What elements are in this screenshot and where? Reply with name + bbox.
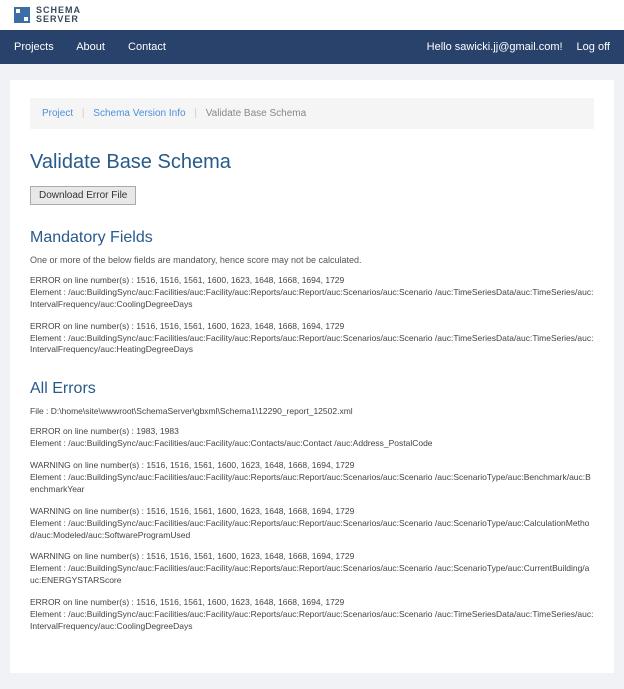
breadcrumb-current: Validate Base Schema xyxy=(206,108,306,119)
all-errors-file: File : D:\home\site\wwwroot\SchemaServer… xyxy=(30,406,594,416)
breadcrumb: Project | Schema Version Info | Validate… xyxy=(30,98,594,129)
download-error-file-button[interactable]: Download Error File xyxy=(30,186,136,205)
mandatory-error: ERROR on line number(s) : 1516, 1516, 15… xyxy=(30,321,594,357)
content-card: Project | Schema Version Info | Validate… xyxy=(10,80,614,673)
nav-left: Projects About Contact xyxy=(14,41,186,53)
nav-contact[interactable]: Contact xyxy=(128,41,166,53)
logo-bar: SCHEMA SERVER xyxy=(0,0,624,30)
error-line: ERROR on line number(s) : 1983, 1983 xyxy=(30,426,594,438)
error-line: WARNING on line number(s) : 1516, 1516, … xyxy=(30,506,594,518)
error-item: WARNING on line number(s) : 1516, 1516, … xyxy=(30,551,594,587)
error-element: Element : /auc:BuildingSync/auc:Faciliti… xyxy=(30,287,594,311)
nav-projects[interactable]: Projects xyxy=(14,41,54,53)
error-item: ERROR on line number(s) : 1983, 1983 Ele… xyxy=(30,426,594,450)
error-element: Element : /auc:BuildingSync/auc:Faciliti… xyxy=(30,333,594,357)
mandatory-error: ERROR on line number(s) : 1516, 1516, 15… xyxy=(30,275,594,311)
nav-right: Hello sawicki.jj@gmail.com! Log off xyxy=(413,41,610,53)
error-item: WARNING on line number(s) : 1516, 1516, … xyxy=(30,506,594,542)
error-element: Element : /auc:BuildingSync/auc:Faciliti… xyxy=(30,438,594,450)
nav-about[interactable]: About xyxy=(76,41,105,53)
error-element: Element : /auc:BuildingSync/auc:Faciliti… xyxy=(30,472,594,496)
error-element: Element : /auc:BuildingSync/auc:Faciliti… xyxy=(30,563,594,587)
logo-text: SCHEMA SERVER xyxy=(36,6,81,24)
nav-logoff[interactable]: Log off xyxy=(577,41,610,53)
mandatory-note: One or more of the below fields are mand… xyxy=(30,255,594,265)
mandatory-heading: Mandatory Fields xyxy=(30,229,594,247)
error-line: ERROR on line number(s) : 1516, 1516, 15… xyxy=(30,275,594,287)
page-title: Validate Base Schema xyxy=(30,151,594,174)
error-line: ERROR on line number(s) : 1516, 1516, 15… xyxy=(30,597,594,609)
breadcrumb-version[interactable]: Schema Version Info xyxy=(93,108,185,119)
logo-icon xyxy=(14,7,30,23)
error-element: Element : /auc:BuildingSync/auc:Faciliti… xyxy=(30,518,594,542)
main-nav: Projects About Contact Hello sawicki.jj@… xyxy=(0,30,624,64)
error-element: Element : /auc:BuildingSync/auc:Faciliti… xyxy=(30,609,594,633)
page-wrap: Project | Schema Version Info | Validate… xyxy=(0,64,624,689)
nav-greeting: Hello sawicki.jj@gmail.com! xyxy=(427,41,563,53)
error-line: ERROR on line number(s) : 1516, 1516, 15… xyxy=(30,321,594,333)
breadcrumb-project[interactable]: Project xyxy=(42,108,73,119)
all-errors-heading: All Errors xyxy=(30,380,594,398)
error-item: WARNING on line number(s) : 1516, 1516, … xyxy=(30,460,594,496)
error-line: WARNING on line number(s) : 1516, 1516, … xyxy=(30,460,594,472)
error-line: WARNING on line number(s) : 1516, 1516, … xyxy=(30,551,594,563)
error-item: ERROR on line number(s) : 1516, 1516, 15… xyxy=(30,597,594,633)
